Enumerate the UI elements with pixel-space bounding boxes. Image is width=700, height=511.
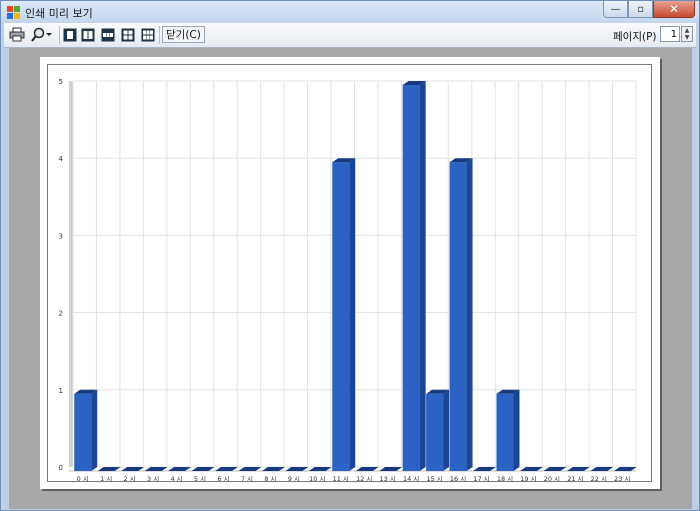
bar-top (355, 467, 379, 471)
toolbar-separator (159, 26, 160, 44)
bar-side (466, 158, 473, 471)
bar-side (513, 389, 520, 471)
six-pages-icon (141, 28, 155, 41)
bar-top (97, 467, 121, 471)
x-tick-label: 20 시 (544, 475, 560, 483)
bar-top (543, 467, 567, 471)
bar-side (349, 158, 356, 471)
spin-up-icon[interactable]: ▲ (682, 27, 692, 34)
bar-top (238, 467, 262, 471)
bar-top (613, 467, 637, 471)
bar (74, 393, 92, 471)
close-preview-button[interactable]: 닫기(C) (162, 26, 205, 43)
maximize-button[interactable]: ▫ (628, 1, 653, 18)
zoom-button[interactable] (28, 26, 55, 43)
preview-area[interactable]: 0 1 2 3 4 5 0 시 1 시 2 시 3 시 4 시 5 시 6 시 7 시 8 시 9 시 10 시… (9, 48, 692, 509)
close-window-button[interactable]: ✕ (653, 1, 695, 18)
y-tick-label: 4 (59, 155, 64, 163)
x-tick-label: 9 시 (288, 475, 300, 483)
x-tick-label: 11 시 (333, 475, 349, 483)
bar-top (191, 467, 215, 471)
magnifier-icon (30, 27, 44, 42)
bar-side (419, 81, 426, 471)
x-tick-label: 3 시 (147, 475, 159, 483)
y-tick-label: 3 (59, 232, 63, 240)
x-tick-label: 7 시 (241, 475, 253, 483)
preview-page: 0 1 2 3 4 5 0 시 1 시 2 시 3 시 4 시 5 시 6 시 7 시 8 시 9 시 10 시… (40, 57, 660, 489)
bar (496, 393, 514, 471)
print-button[interactable] (8, 26, 26, 43)
page-label: 페이지(P) (613, 31, 657, 43)
bar-top (566, 467, 590, 471)
bar-top (168, 467, 192, 471)
bar-top (285, 467, 309, 471)
x-tick-label: 2 시 (124, 475, 136, 483)
y-tick-label: 0 (59, 464, 63, 472)
x-tick-label: 17 시 (473, 475, 489, 483)
x-tick-label: 14 시 (403, 475, 419, 483)
six-pages-button[interactable] (140, 26, 156, 43)
printer-icon (9, 27, 25, 42)
page-spinner[interactable]: ▲ ▼ (681, 26, 693, 42)
two-pages-button[interactable] (80, 26, 96, 43)
bar-top (121, 467, 145, 471)
title-bar: 인쇄 미리 보기 — ▫ ✕ (1, 1, 699, 23)
app-icon (7, 6, 20, 19)
two-pages-icon (81, 28, 95, 41)
page-number-input[interactable] (660, 26, 680, 42)
x-tick-label: 16 시 (450, 475, 466, 483)
three-pages-icon (101, 28, 115, 41)
bar-top (214, 467, 238, 471)
x-tick-label: 6 시 (217, 475, 229, 483)
x-tick-label: 22 시 (591, 475, 607, 483)
x-tick-label: 1 시 (100, 475, 112, 483)
spin-down-icon[interactable]: ▼ (682, 34, 692, 41)
bar-top (519, 467, 543, 471)
four-pages-icon (121, 28, 135, 41)
x-tick-label: 12 시 (356, 475, 372, 483)
y-tick-label: 1 (59, 387, 63, 395)
bar-top (590, 467, 614, 471)
bar (426, 393, 444, 471)
minimize-icon: — (610, 3, 621, 15)
bar-top (308, 467, 332, 471)
bar (402, 85, 420, 471)
bar-side (443, 389, 450, 471)
bar-top (473, 467, 497, 471)
x-tick-label: 23 시 (614, 475, 630, 483)
x-tick-label: 19 시 (520, 475, 536, 483)
bar (332, 162, 350, 471)
x-tick-label: 18 시 (497, 475, 513, 483)
toolbar: 닫기(C) 페이지(P) ▲ ▼ (4, 23, 696, 48)
x-tick-label: 13 시 (380, 475, 396, 483)
maximize-icon: ▫ (637, 3, 644, 15)
bar-side (91, 389, 98, 471)
one-page-button[interactable] (62, 26, 78, 43)
x-tick-label: 8 시 (264, 475, 276, 483)
bar (449, 162, 467, 471)
three-pages-button[interactable] (100, 26, 116, 43)
minimize-button[interactable]: — (603, 1, 628, 18)
x-tick-label: 5 시 (194, 475, 206, 483)
bar-top (144, 467, 168, 471)
four-pages-button[interactable] (120, 26, 136, 43)
window-controls: — ▫ ✕ (603, 1, 695, 19)
x-tick-label: 21 시 (567, 475, 583, 483)
chart-left-wall (69, 81, 73, 467)
y-tick-label: 2 (59, 310, 63, 318)
bar-top (379, 467, 403, 471)
one-page-icon (63, 28, 77, 41)
print-preview-window: 인쇄 미리 보기 — ▫ ✕ 닫기(C) 페이지(P) 1 ▲ ▼ 0 1 2 … (0, 0, 700, 511)
chevron-down-icon (45, 32, 52, 36)
toolbar-separator (59, 26, 60, 44)
window-title: 인쇄 미리 보기 (25, 7, 93, 20)
x-tick-label: 15 시 (426, 475, 442, 483)
bar-chart: 0 1 2 3 4 5 0 시 1 시 2 시 3 시 4 시 5 시 6 시 7 시 8 시 9 시 10 시… (59, 78, 637, 483)
x-tick-label: 10 시 (309, 475, 325, 483)
x-tick-label: 0 시 (77, 475, 89, 483)
close-icon: ✕ (668, 2, 680, 16)
y-tick-label: 5 (59, 78, 63, 86)
bar-top (261, 467, 285, 471)
x-tick-label: 4 시 (170, 475, 182, 483)
